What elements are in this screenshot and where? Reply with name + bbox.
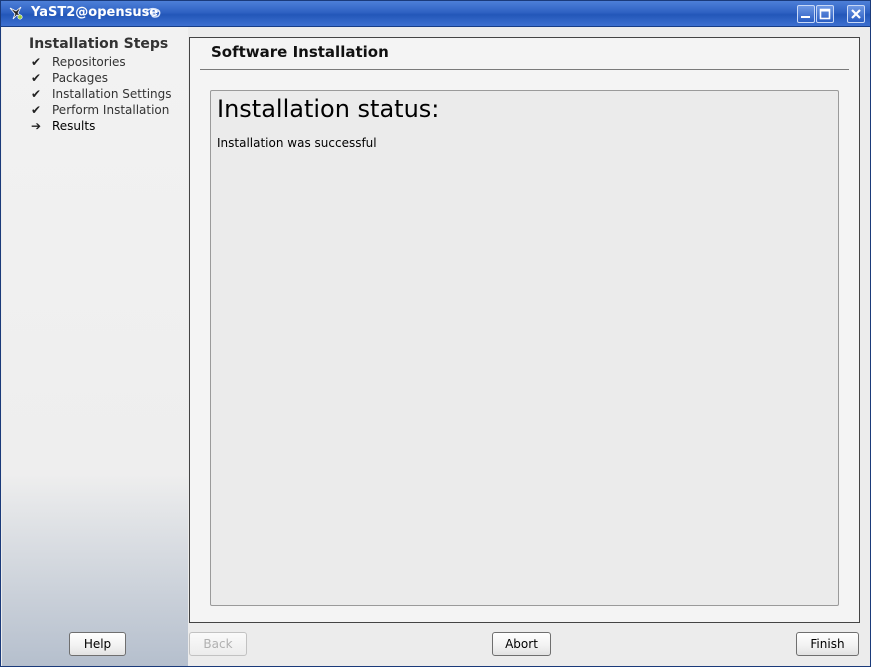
suse-logo-icon (143, 6, 163, 20)
title-divider (200, 69, 849, 70)
window-title: YaST2@opensuse (31, 5, 159, 20)
maximize-icon (819, 8, 831, 20)
step-label: Perform Installation (52, 103, 170, 117)
abort-button-label: Abort (505, 637, 538, 651)
yast-window: YaST2@opensuse Installation Steps ✔ Repo… (0, 0, 871, 667)
arrow-right-icon: ➔ (30, 119, 42, 133)
yast-app-icon[interactable] (8, 5, 24, 21)
maximize-button[interactable] (816, 5, 834, 23)
installation-steps-sidebar: Installation Steps ✔ Repositories ✔ Pack… (2, 27, 188, 666)
status-heading: Installation status: (217, 95, 440, 123)
installation-status-view[interactable]: Installation status: Installation was su… (210, 90, 839, 606)
minimize-button[interactable] (797, 5, 815, 23)
checkmark-icon: ✔ (30, 55, 42, 69)
step-label: Packages (52, 71, 108, 85)
back-button-label: Back (203, 637, 233, 651)
steps-heading: Installation Steps (29, 36, 169, 52)
checkmark-icon: ✔ (30, 71, 42, 85)
step-label: Installation Settings (52, 87, 172, 101)
minimize-icon (801, 16, 810, 18)
finish-button[interactable]: Finish (796, 632, 859, 656)
close-icon (851, 9, 861, 19)
page-title: Software Installation (211, 43, 389, 61)
main-content-panel: Software Installation Installation statu… (189, 37, 860, 623)
step-label: Results (52, 119, 96, 133)
back-button[interactable]: Back (189, 632, 247, 656)
status-message: Installation was successful (217, 136, 377, 150)
checkmark-icon: ✔ (30, 87, 42, 101)
step-label: Repositories (52, 55, 126, 69)
checkmark-icon: ✔ (30, 103, 42, 117)
finish-button-label: Finish (810, 637, 845, 651)
title-bar[interactable]: YaST2@opensuse (1, 1, 870, 27)
abort-button[interactable]: Abort (492, 632, 551, 656)
help-button[interactable]: Help (69, 632, 126, 656)
close-button[interactable] (847, 5, 865, 23)
help-button-label: Help (83, 637, 112, 651)
